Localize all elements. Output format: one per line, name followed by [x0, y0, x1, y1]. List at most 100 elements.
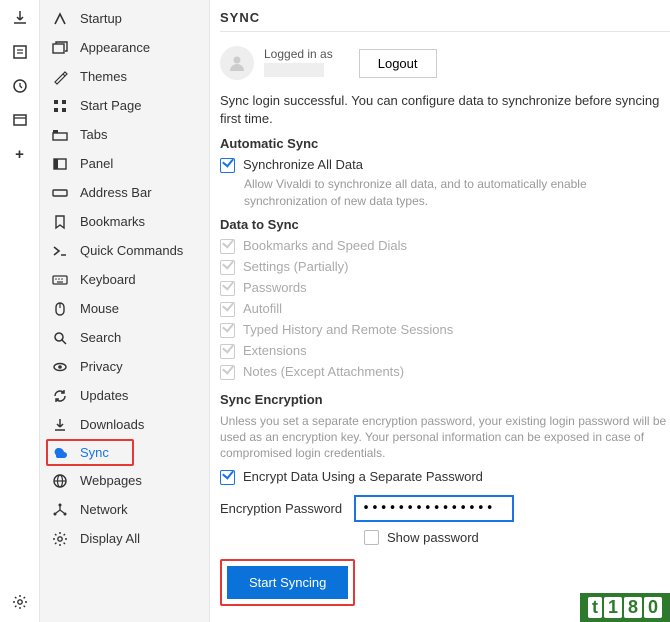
sidebar-label: Privacy [80, 359, 123, 374]
checkbox-disabled [220, 344, 235, 359]
watermark: t 1 8 0 [580, 593, 670, 622]
panel-icon [52, 156, 68, 172]
checkbox-disabled [220, 302, 235, 317]
sidebar-item-keyboard[interactable]: Keyboard [40, 265, 209, 294]
themes-icon [52, 69, 68, 85]
sidebar-label: Updates [80, 388, 128, 403]
sidebar-item-webpages[interactable]: Webpages [40, 466, 209, 495]
sync-all-label: Synchronize All Data [243, 157, 363, 172]
sidebar-item-network[interactable]: Network [40, 495, 209, 524]
settings-sidebar: Startup Appearance Themes Start Page Tab… [40, 0, 210, 622]
sync-encryption-hint: Unless you set a separate encryption pas… [220, 413, 670, 462]
window-rail-icon[interactable] [12, 112, 28, 128]
sidebar-item-updates[interactable]: Updates [40, 381, 209, 410]
encrypt-separate-checkbox-row[interactable]: Encrypt Data Using a Separate Password [220, 469, 670, 485]
data-item-extensions: Extensions [220, 343, 670, 359]
add-panel-icon[interactable]: + [15, 146, 24, 163]
sidebar-item-startpage[interactable]: Start Page [40, 91, 209, 120]
show-password-label: Show password [387, 530, 479, 545]
sync-all-checkbox-row[interactable]: Synchronize All Data [220, 157, 670, 173]
start-syncing-button[interactable]: Start Syncing [227, 566, 348, 599]
sidebar-label: Appearance [80, 40, 150, 55]
sidebar-item-quickcommands[interactable]: Quick Commands [40, 236, 209, 265]
settings-gear-icon[interactable] [12, 594, 28, 610]
sidebar-label: Network [80, 502, 128, 517]
webpages-icon [52, 473, 68, 489]
tabs-icon [52, 127, 68, 143]
sidebar-label: Display All [80, 531, 140, 546]
sidebar-label: Start Page [80, 98, 141, 113]
sidebar-label: Mouse [80, 301, 119, 316]
encrypt-separate-label: Encrypt Data Using a Separate Password [243, 469, 483, 484]
checkbox-disabled [220, 323, 235, 338]
sidebar-item-mouse[interactable]: Mouse [40, 294, 209, 323]
encryption-password-input[interactable] [354, 495, 514, 522]
login-row: Logged in as Logout [220, 46, 670, 80]
data-item-notes: Notes (Except Attachments) [220, 364, 670, 380]
downloads-icon [52, 417, 68, 433]
sidebar-item-themes[interactable]: Themes [40, 62, 209, 91]
sidebar-item-sync[interactable]: Sync [46, 439, 134, 466]
data-to-sync-title: Data to Sync [220, 217, 670, 232]
appearance-icon [52, 40, 68, 56]
notes-rail-icon[interactable] [12, 44, 28, 60]
sync-icon [52, 445, 68, 461]
sidebar-item-downloads[interactable]: Downloads [40, 410, 209, 439]
sync-settings-panel: SYNC Logged in as Logout Sync login succ… [210, 0, 670, 622]
data-item-settings: Settings (Partially) [220, 259, 670, 275]
data-item-history: Typed History and Remote Sessions [220, 322, 670, 338]
show-password-checkbox[interactable] [364, 530, 379, 545]
quickcommands-icon [52, 243, 68, 259]
logout-button[interactable]: Logout [359, 49, 437, 78]
data-item-label: Bookmarks and Speed Dials [243, 238, 407, 253]
network-icon [52, 502, 68, 518]
login-success-text: Sync login successful. You can configure… [220, 92, 670, 128]
sidebar-item-appearance[interactable]: Appearance [40, 33, 209, 62]
data-to-sync-list: Bookmarks and Speed Dials Settings (Part… [220, 238, 670, 380]
downloads-rail-icon[interactable] [12, 10, 28, 26]
sidebar-item-bookmarks[interactable]: Bookmarks [40, 207, 209, 236]
history-rail-icon[interactable] [12, 78, 28, 94]
sidebar-item-privacy[interactable]: Privacy [40, 352, 209, 381]
sidebar-label: Address Bar [80, 185, 152, 200]
sidebar-item-tabs[interactable]: Tabs [40, 120, 209, 149]
encrypt-separate-checkbox[interactable] [220, 470, 235, 485]
sidebar-label: Panel [80, 156, 113, 171]
sidebar-label: Sync [80, 445, 109, 460]
wm-t: t [588, 597, 602, 618]
sidebar-item-displayall[interactable]: Display All [40, 524, 209, 553]
sync-all-hint: Allow Vivaldi to synchronize all data, a… [244, 176, 670, 208]
data-item-label: Passwords [243, 280, 307, 295]
avatar-icon [220, 46, 254, 80]
bookmarks-icon [52, 214, 68, 230]
divider [220, 31, 670, 32]
logged-in-label: Logged in as [264, 47, 333, 61]
sidebar-label: Keyboard [80, 272, 136, 287]
startpage-icon [52, 98, 68, 114]
addressbar-icon [52, 185, 68, 201]
left-rail: + [0, 0, 40, 622]
sidebar-item-addressbar[interactable]: Address Bar [40, 178, 209, 207]
sidebar-label: Bookmarks [80, 214, 145, 229]
encryption-password-row: Encryption Password [220, 495, 670, 522]
sync-all-checkbox[interactable] [220, 158, 235, 173]
sidebar-item-search[interactable]: Search [40, 323, 209, 352]
sidebar-item-panel[interactable]: Panel [40, 149, 209, 178]
mouse-icon [52, 301, 68, 317]
wm-8: 8 [624, 597, 642, 618]
search-icon [52, 330, 68, 346]
checkbox-disabled [220, 239, 235, 254]
sync-encryption-title: Sync Encryption [220, 392, 670, 407]
logged-in-text: Logged in as [264, 47, 333, 80]
encryption-password-label: Encryption Password [220, 501, 342, 516]
show-password-row[interactable]: Show password [364, 530, 670, 545]
sidebar-label: Search [80, 330, 121, 345]
data-item-passwords: Passwords [220, 280, 670, 296]
sidebar-label: Webpages [80, 473, 142, 488]
wm-1: 1 [604, 597, 622, 618]
updates-icon [52, 388, 68, 404]
data-item-autofill: Autofill [220, 301, 670, 317]
sidebar-item-startup[interactable]: Startup [40, 4, 209, 33]
data-item-label: Autofill [243, 301, 282, 316]
data-item-label: Notes (Except Attachments) [243, 364, 404, 379]
